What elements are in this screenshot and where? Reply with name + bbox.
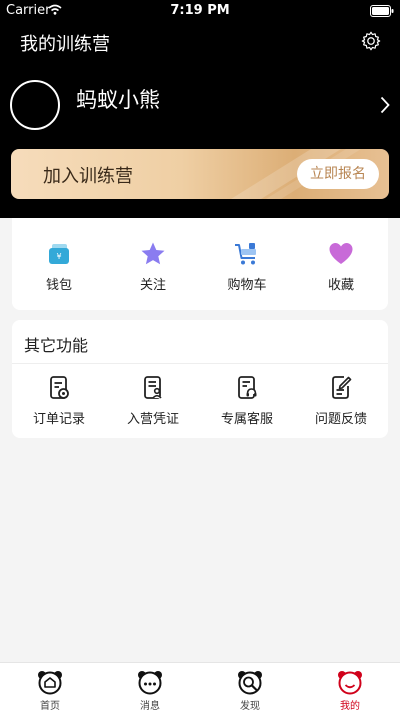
function-label: 问题反馈 [314,412,367,427]
page-title: 我的训练营 [20,34,110,55]
battery-icon [370,5,394,17]
quick-item-cart[interactable]: 购物车 [200,240,294,293]
wallet-icon: ¥ [49,244,69,264]
star-icon [141,242,165,265]
quick-item-follow[interactable]: 关注 [106,240,200,293]
quick-actions-grid: ¥ 钱包 关注 购物车 收藏 [12,240,388,293]
order-record-icon [50,376,69,399]
function-label: 专属客服 [220,412,273,427]
function-customer-service[interactable]: 专属客服 [200,374,294,427]
mine-panda-icon [338,671,362,695]
tab-label: 消息 [140,701,160,711]
join-camp-banner[interactable]: 加入训练营 立即报名 [11,149,389,199]
join-camp-text: 加入训练营 [43,166,133,187]
quick-actions-card: ¥ 钱包 关注 购物车 收藏 [12,218,388,310]
feedback-icon [332,376,352,399]
tab-messages[interactable]: 消息 [100,663,200,711]
quick-item-wallet[interactable]: ¥ 钱包 [12,240,106,293]
discover-panda-icon [238,671,262,695]
signup-button[interactable]: 立即报名 [297,159,379,189]
tab-discover[interactable]: 发现 [200,663,300,711]
profile-row[interactable]: 蚂蚁小熊 [10,80,390,132]
svg-text:¥: ¥ [56,252,61,261]
quick-item-label: 关注 [139,278,166,293]
chevron-right-icon [380,96,390,114]
quick-item-favorites[interactable]: 收藏 [294,240,388,293]
function-camp-certificate[interactable]: 入营凭证 [106,374,200,427]
bottom-tab-bar: 首页 消息 发现 我的 [0,662,400,711]
tab-label: 首页 [40,701,60,711]
other-functions-card: 其它功能 订单记录 入营凭证 专属客服 问题反馈 [12,320,388,438]
quick-item-label: 购物车 [227,278,267,293]
status-time: 7:19 PM [170,3,230,18]
home-panda-icon [38,671,62,695]
quick-item-label: 钱包 [45,278,72,293]
function-label: 入营凭证 [126,412,179,427]
quick-item-label: 收藏 [327,278,354,293]
certificate-icon [144,376,162,399]
tab-mine[interactable]: 我的 [300,663,400,711]
message-panda-icon [138,671,162,695]
status-bar: Carrier 7:19 PM [0,0,400,22]
tab-label: 发现 [240,701,260,711]
other-functions-title: 其它功能 [24,336,89,355]
customer-service-icon [238,376,257,399]
other-functions-grid: 订单记录 入营凭证 专属客服 问题反馈 [12,374,388,427]
heart-icon [329,243,353,264]
username: 蚂蚁小熊 [76,88,160,112]
settings-gear-icon[interactable] [360,30,382,52]
function-label: 订单记录 [32,412,85,427]
tab-home[interactable]: 首页 [0,663,100,711]
function-feedback[interactable]: 问题反馈 [294,374,388,427]
cart-icon [235,243,256,265]
divider [12,363,388,364]
tab-label: 我的 [340,701,360,711]
function-order-records[interactable]: 订单记录 [12,374,106,427]
avatar[interactable] [10,80,60,130]
